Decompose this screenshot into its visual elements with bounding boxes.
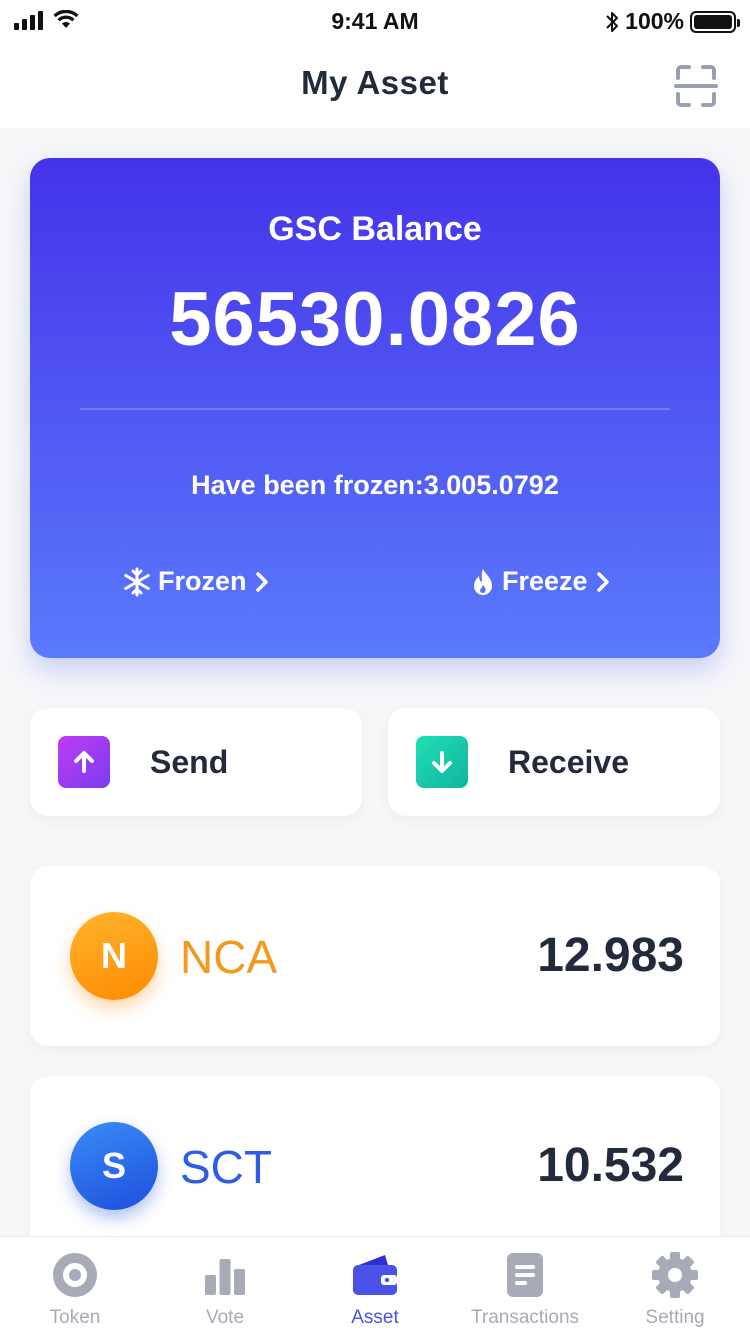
page-title: My Asset (301, 64, 449, 101)
status-right: 100% (605, 8, 740, 35)
balance-divider (80, 408, 670, 410)
vote-chart-icon (205, 1259, 245, 1295)
token-name: SCT (180, 1141, 272, 1193)
arrow-up-icon (58, 736, 110, 788)
chevron-right-icon (596, 571, 609, 592)
tab-asset[interactable]: Asset (300, 1237, 450, 1334)
receive-label: Receive (508, 744, 629, 780)
tab-label: Transactions (470, 1307, 580, 1328)
chevron-right-icon (255, 571, 268, 592)
token-name: NCA (180, 931, 278, 983)
document-icon (507, 1253, 543, 1297)
frozen-amount-text: Have been frozen:3.005.0792 (191, 470, 559, 500)
send-button[interactable]: Send (30, 708, 362, 816)
tab-label: Asset (351, 1307, 399, 1328)
battery-icon (690, 10, 740, 33)
gear-icon (652, 1252, 698, 1298)
frozen-label: Frozen (158, 566, 247, 596)
token-row-nca[interactable]: N NCA 12.983 (30, 866, 720, 1046)
freeze-link[interactable]: Freeze (470, 566, 612, 597)
token-row-sct[interactable]: S SCT 10.532 (30, 1076, 720, 1256)
battery-percentage: 100% (625, 8, 684, 34)
tab-label: Vote (205, 1307, 245, 1328)
balance-value: 56530.0826 (169, 277, 581, 362)
token-avatar: S (70, 1122, 158, 1210)
navigation-bar: My Asset (0, 44, 750, 128)
token-avatar: N (70, 912, 158, 1000)
token-icon (53, 1253, 97, 1297)
balance-card: GSC Balance 56530.0826 Have been frozen:… (30, 158, 720, 658)
token-value: 12.983 (537, 929, 684, 982)
wallet-icon (353, 1255, 397, 1295)
scan-icon (674, 65, 718, 107)
status-bar: 9:41 AM 100% (0, 0, 750, 44)
token-value: 10.532 (537, 1139, 684, 1192)
bluetooth-icon (606, 11, 619, 32)
tab-label: Setting (645, 1307, 705, 1328)
scan-button[interactable] (672, 62, 720, 110)
tab-transactions[interactable]: Transactions (450, 1237, 600, 1334)
flame-icon (474, 568, 492, 595)
tab-setting[interactable]: Setting (600, 1237, 750, 1334)
tab-bar: Token Vote Asset Transactions Setting (0, 1236, 750, 1334)
tab-label: Token (49, 1307, 101, 1328)
balance-label: GSC Balance (268, 210, 482, 248)
snowflake-icon (124, 567, 150, 596)
tab-token[interactable]: Token (0, 1237, 150, 1334)
freeze-label: Freeze (502, 566, 588, 596)
tab-vote[interactable]: Vote (150, 1237, 300, 1334)
arrow-down-icon (416, 736, 468, 788)
receive-button[interactable]: Receive (388, 708, 720, 816)
send-label: Send (150, 744, 229, 780)
frozen-link[interactable]: Frozen (122, 566, 271, 597)
